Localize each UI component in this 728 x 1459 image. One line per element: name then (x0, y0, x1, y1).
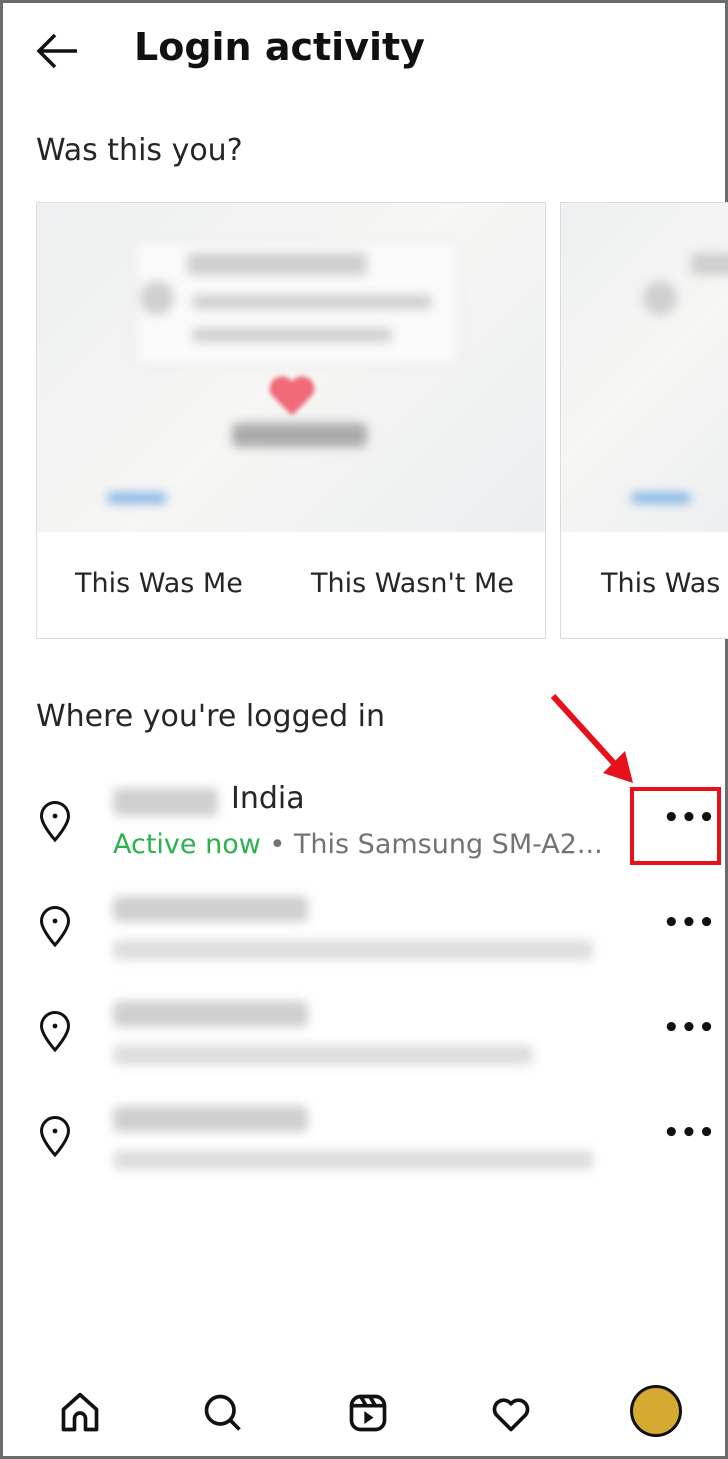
more-options-button[interactable]: ••• (663, 1118, 716, 1148)
was-this-you-heading: Was this you? (36, 133, 243, 168)
this-wasnt-me-button[interactable]: This Wasn't Me (311, 568, 514, 599)
map-image (561, 203, 728, 532)
session-location: India (231, 781, 305, 816)
location-pin-icon (39, 1116, 71, 1158)
annotation-arrow-icon (550, 693, 633, 783)
session-row[interactable]: ••• (3, 1088, 728, 1188)
active-status: Active now (113, 829, 261, 860)
login-card: This Was Me This Wasn't Me (36, 202, 546, 639)
logged-in-heading: Where you're logged in (36, 699, 385, 734)
highlight-box (630, 787, 721, 865)
profile-avatar[interactable] (630, 1385, 682, 1437)
page-title: Login activity (134, 25, 425, 69)
session-row[interactable]: ••• (3, 878, 728, 978)
heart-icon[interactable] (489, 1391, 533, 1435)
back-arrow-icon[interactable] (35, 31, 79, 71)
location-pin-icon (39, 1011, 71, 1053)
reels-icon[interactable] (346, 1391, 390, 1435)
login-card: This Was (560, 202, 728, 639)
more-options-button[interactable]: ••• (663, 1013, 716, 1043)
more-options-button[interactable]: ••• (663, 908, 716, 938)
session-row[interactable]: ••• (3, 983, 728, 1083)
map-image (37, 203, 545, 532)
home-icon[interactable] (58, 1391, 102, 1435)
this-was-me-button[interactable]: This Was (601, 568, 720, 599)
search-icon[interactable] (201, 1391, 245, 1435)
location-pin-icon (39, 801, 71, 843)
session-device: • This Samsung SM-A2... (269, 829, 603, 860)
this-was-me-button[interactable]: This Was Me (75, 568, 243, 599)
heart-marker-icon (269, 376, 315, 416)
location-pin-icon (39, 906, 71, 948)
